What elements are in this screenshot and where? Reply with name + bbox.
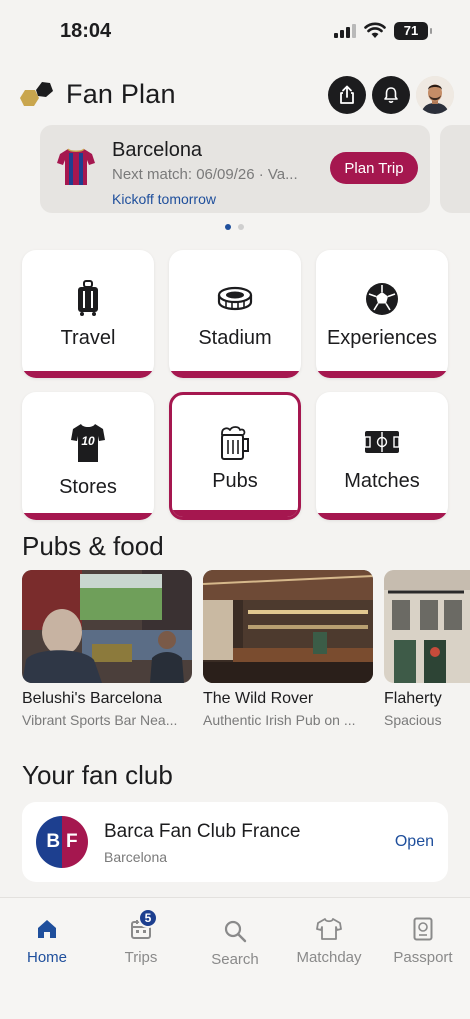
carousel-dots	[225, 224, 244, 230]
app-title: Fan Plan	[66, 79, 176, 109]
cellular-signal-icon	[334, 24, 356, 38]
category-stores[interactable]: 10 Stores	[22, 392, 154, 520]
bell-icon	[384, 87, 398, 103]
category-label: Travel	[60, 327, 116, 349]
beer-mug-icon	[221, 426, 249, 460]
fan-club-open-link[interactable]: Open	[395, 833, 434, 851]
pub-card[interactable]: Flaherty Spacious	[384, 570, 470, 728]
tab-passport[interactable]: Passport	[376, 914, 470, 966]
tab-trips[interactable]: 5 Trips	[94, 908, 188, 966]
category-label: Matches	[344, 470, 420, 492]
fan-club-city: Barcelona	[104, 849, 168, 865]
tab-label: Search	[211, 951, 259, 968]
category-label: Stadium	[198, 327, 272, 349]
fan-club-card[interactable]: BF Barca Fan Club France Barcelona Open	[22, 802, 448, 882]
battery-indicator: 71	[394, 22, 432, 40]
status-time: 18:04	[60, 20, 112, 42]
pub-description: Authentic Irish Pub on ...	[203, 712, 356, 728]
wifi-icon	[364, 22, 386, 38]
pub-card[interactable]: The Wild Rover Authentic Irish Pub on ..…	[203, 570, 373, 728]
pub-name: The Wild Rover	[203, 690, 314, 707]
fan-club-initials: BF	[46, 831, 84, 852]
fan-plan-logo-icon	[20, 82, 53, 106]
carousel-dot-active[interactable]	[225, 224, 231, 230]
team-name: Barcelona	[112, 139, 203, 161]
search-icon	[224, 920, 247, 943]
section-title-fan-club: Your fan club	[22, 760, 173, 790]
share-icon	[340, 85, 354, 104]
sports-bar-photo-icon	[22, 570, 192, 683]
app-header: Fan Plan	[0, 70, 470, 120]
home-icon	[38, 920, 56, 938]
pitch-icon	[364, 431, 400, 453]
plan-trip-button[interactable]: Plan Trip	[330, 152, 418, 184]
notifications-button[interactable]	[372, 76, 410, 114]
category-stadium[interactable]: Stadium	[169, 250, 301, 378]
tab-label: Passport	[393, 949, 453, 966]
pub-photo	[384, 570, 470, 683]
category-label: Stores	[59, 476, 117, 498]
category-label: Pubs	[212, 470, 258, 492]
jersey-icon: 10	[71, 424, 105, 462]
fan-club-name: Barca Fan Club France	[104, 821, 301, 842]
category-label: Experiences	[326, 327, 438, 349]
category-travel[interactable]: Travel	[22, 250, 154, 378]
user-photo-icon	[416, 76, 454, 114]
tab-search[interactable]: Search	[188, 914, 282, 968]
next-match-text: Next match: 06/09/26 · Va...	[112, 166, 298, 183]
tab-label: Home	[26, 949, 67, 966]
stadium-icon	[217, 286, 253, 311]
profile-avatar[interactable]	[416, 76, 454, 114]
pub-photo	[203, 570, 373, 683]
barcelona-jersey-icon	[57, 148, 95, 185]
shirt-icon	[316, 918, 342, 940]
carousel-dot[interactable]	[238, 224, 244, 230]
pub-card[interactable]: Belushi's Barcelona Vibrant Sports Bar N…	[22, 570, 192, 728]
pub-name: Flaherty	[384, 690, 442, 707]
next-card-peek[interactable]	[440, 125, 470, 213]
tab-matchday[interactable]: Matchday	[282, 914, 376, 966]
tab-label: Trips	[124, 949, 158, 966]
soccer-ball-icon	[366, 283, 398, 315]
pub-description: Vibrant Sports Bar Nea...	[22, 712, 178, 728]
irish-pub-photo-icon	[203, 570, 373, 683]
pub-description: Spacious	[384, 712, 442, 728]
passport-icon	[413, 917, 433, 941]
category-experiences[interactable]: Experiences	[316, 250, 448, 378]
luggage-icon	[78, 280, 98, 316]
tab-home[interactable]: Home	[0, 914, 94, 966]
kickoff-text: Kickoff tomorrow	[112, 191, 216, 207]
status-bar: 18:04 71	[0, 0, 470, 62]
building-facade-photo-icon	[384, 570, 470, 683]
bottom-tab-bar: Home 5 Trips Search Matchday Passport	[0, 897, 470, 1019]
share-button[interactable]	[328, 76, 366, 114]
tab-label: Matchday	[296, 949, 362, 966]
pub-name: Belushi's Barcelona	[22, 690, 163, 707]
category-matches[interactable]: Matches	[316, 392, 448, 520]
trips-count-badge: 5	[138, 908, 158, 928]
section-title-pubs: Pubs & food	[22, 531, 164, 561]
jersey-number: 10	[81, 434, 95, 448]
category-pubs[interactable]: Pubs	[169, 392, 301, 520]
fan-club-badge: BF	[36, 816, 88, 868]
next-match-card[interactable]: Barcelona Next match: 06/09/26 · Va... K…	[40, 125, 430, 213]
pub-photo	[22, 570, 192, 683]
